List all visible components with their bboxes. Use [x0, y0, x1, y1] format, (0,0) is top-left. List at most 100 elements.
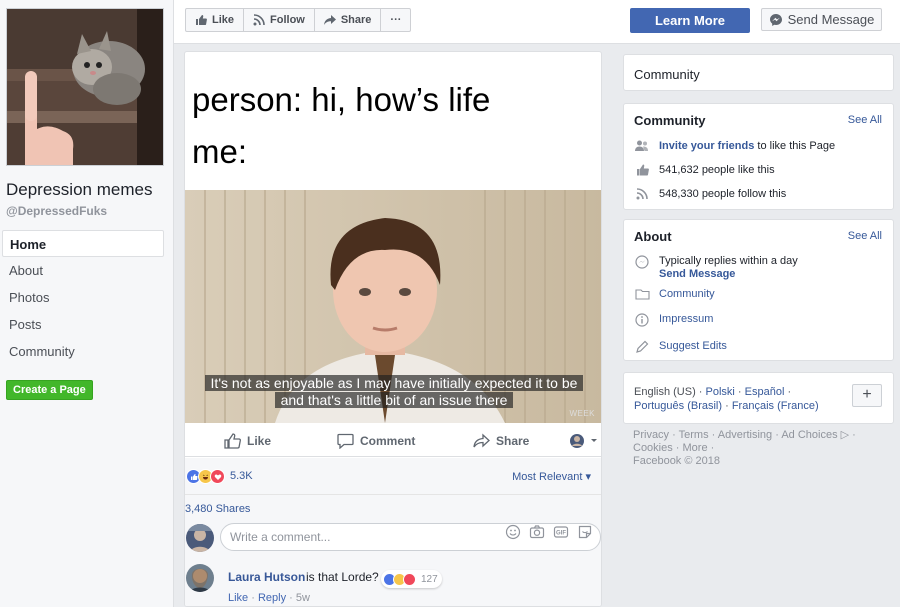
nav-item-posts[interactable]: Posts [2, 311, 164, 338]
nav-item-photos[interactable]: Photos [2, 284, 164, 311]
impressum-row: Impressum [634, 313, 713, 327]
messenger-icon [635, 255, 649, 269]
video-subtitle: It's not as enjoyable as I may have init… [197, 375, 591, 409]
gif-icon[interactable]: GIF [553, 524, 569, 540]
comment-reactions[interactable]: 127 [381, 570, 442, 588]
invite-friends-text: to like this Page [757, 140, 836, 152]
info-icon [635, 313, 649, 327]
language-portugues[interactable]: Português (Brasil) [634, 400, 722, 412]
impressum-link[interactable]: Impressum [659, 313, 713, 325]
page-handle[interactable]: @DepressedFuks [6, 204, 107, 218]
reactions-summary: 5.3K Most Relevant ▾ [185, 458, 601, 494]
share-arrow-icon [323, 15, 336, 25]
post-card: person: hi, how’s life me: It's not as e… [184, 51, 602, 607]
more-languages-button[interactable]: + [852, 384, 882, 407]
send-message-button[interactable]: Send Message [761, 8, 882, 31]
meme-caption: person: hi, how’s life me: [192, 74, 592, 178]
follows-count: 548,330 people follow this [659, 188, 787, 200]
language-francais[interactable]: Français (France) [732, 400, 819, 412]
svg-text:GIF: GIF [556, 531, 566, 537]
emoji-icon[interactable] [505, 524, 521, 540]
commenter-avatar-image [186, 564, 214, 592]
about-card-title[interactable]: About [634, 229, 672, 244]
camera-icon[interactable] [529, 524, 545, 540]
comment-sort-dropdown[interactable]: Most Relevant ▾ [512, 470, 591, 483]
post-like-button[interactable]: Like [224, 433, 271, 449]
about-send-message-link[interactable]: Send Message [659, 268, 735, 280]
page-avatar[interactable] [186, 524, 214, 552]
pencil-icon [636, 340, 649, 353]
thumbs-up-icon [224, 433, 241, 449]
follow-page-button[interactable]: Follow [244, 9, 315, 31]
post-action-bar: Like Comment Share [185, 427, 601, 457]
messenger-icon [769, 13, 782, 26]
comment-author[interactable]: Laura Hutson [228, 570, 305, 584]
comment-time[interactable]: 5w [296, 592, 310, 604]
learn-more-button[interactable]: Learn More [630, 8, 750, 33]
post-video-frame[interactable]: It's not as enjoyable as I may have init… [185, 190, 601, 423]
nav-item-home[interactable]: Home [2, 230, 164, 257]
nav-item-community[interactable]: Community [2, 338, 164, 365]
post-comment-button[interactable]: Comment [337, 433, 415, 449]
commenter-avatar[interactable] [186, 564, 214, 592]
category-row: Community [634, 288, 715, 300]
post-share-button[interactable]: Share [473, 433, 529, 449]
footer-line-1[interactable]: Privacy · Terms · Advertising · Ad Choic… [633, 429, 888, 442]
comment-like-link[interactable]: Like [228, 592, 248, 604]
response-time-row: Typically replies within a day Send Messa… [634, 255, 798, 281]
chevron-down-icon [591, 439, 597, 442]
left-sidebar: Depression memes @DepressedFuks Home Abo… [0, 0, 174, 607]
footer-line-2[interactable]: Cookies · More · [633, 442, 888, 455]
language-espanol[interactable]: Español [745, 386, 785, 398]
likes-row: 541,632 people like this [634, 164, 775, 176]
reaction-icons[interactable] [186, 469, 225, 484]
meme-caption-line-2: me: [192, 133, 248, 170]
follows-row: 548,330 people follow this [634, 188, 786, 200]
love-reaction-icon [210, 469, 225, 484]
comment-meta: Like · Reply · 5w [228, 592, 310, 604]
page-action-bar: Like Follow Share ··· Learn More Send Me… [174, 0, 900, 44]
page-action-group: Like Follow Share ··· [185, 8, 412, 32]
community-header-title[interactable]: Community [634, 67, 700, 82]
suggest-edits-link[interactable]: Suggest Edits [659, 340, 727, 352]
about-card: About See All Typically replies within a… [623, 219, 894, 361]
like-page-label: Like [212, 14, 235, 26]
footer-copyright: Facebook © 2018 [633, 455, 720, 467]
post-as-selector[interactable] [570, 434, 601, 448]
language-list: English (US) · Polski · Español · Portug… [634, 386, 819, 412]
rss-icon [253, 14, 265, 26]
like-page-button[interactable]: Like [186, 9, 245, 31]
meme-caption-line-1: person: hi, how’s life [192, 81, 491, 118]
thumbs-up-icon [196, 15, 207, 25]
post-share-label: Share [496, 434, 530, 448]
post-comment-label: Comment [360, 434, 416, 448]
page-avatar-small-icon [570, 434, 584, 448]
community-see-all-link[interactable]: See All [848, 114, 882, 126]
language-current: English (US) [634, 386, 696, 398]
page-name[interactable]: Depression memes [6, 180, 152, 200]
more-options-button[interactable]: ··· [381, 9, 410, 31]
about-see-all-link[interactable]: See All [848, 230, 882, 242]
page-profile-picture[interactable] [6, 8, 164, 166]
people-icon [635, 140, 648, 151]
share-count[interactable]: 3,480 Shares [185, 503, 250, 515]
language-card: English (US) · Polski · Español · Portug… [623, 372, 894, 424]
community-card-title[interactable]: Community [634, 113, 706, 128]
footer-links: Privacy · Terms · Advertising · Ad Choic… [633, 429, 888, 468]
create-page-button[interactable]: Create a Page [6, 380, 93, 400]
invite-friends-link[interactable]: Invite your friends [659, 140, 754, 152]
follow-page-label: Follow [270, 14, 305, 26]
post-like-label: Like [247, 434, 272, 448]
comment-reply-link[interactable]: Reply [258, 592, 286, 604]
language-polski[interactable]: Polski [706, 386, 735, 398]
comment-text: is that Lorde? [306, 570, 379, 584]
comment-item: Laura Hutson is that Lorde? 127 Like · R… [185, 558, 601, 606]
page-nav: Home About Photos Posts Community [2, 230, 164, 365]
nav-item-about[interactable]: About [2, 257, 164, 284]
sticker-icon[interactable] [577, 524, 593, 540]
video-watermark: WEEK [569, 409, 595, 418]
share-page-button[interactable]: Share [315, 9, 382, 31]
response-time-text: Typically replies within a day [659, 255, 798, 267]
reaction-count[interactable]: 5.3K [230, 470, 253, 482]
category-link[interactable]: Community [659, 288, 715, 300]
